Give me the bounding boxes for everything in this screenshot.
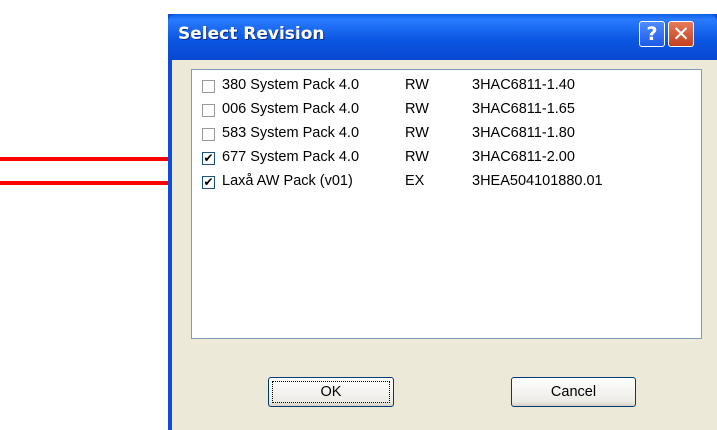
close-icon: ✕	[672, 22, 690, 46]
revision-name: 380 System Pack 4.0	[222, 77, 360, 93]
revision-type: RW	[405, 101, 429, 117]
ok-button[interactable]: OK	[268, 377, 394, 407]
revision-part-number: 3HAC6811-1.40	[472, 77, 575, 93]
checkbox[interactable]	[202, 104, 215, 117]
revision-part-number: 3HEA504101880.01	[472, 173, 603, 189]
window-title: Select Revision	[178, 24, 325, 44]
revision-type: RW	[405, 77, 429, 93]
revision-type: EX	[405, 173, 425, 189]
annotation-arrow-1	[0, 157, 182, 161]
annotation-arrow-2	[0, 181, 182, 185]
checkbox[interactable]	[202, 80, 215, 93]
revision-name: Laxå AW Pack (v01)	[222, 173, 353, 189]
revision-list[interactable]: 380 System Pack 4.0 RW 3HAC6811-1.40 006…	[191, 69, 702, 339]
cancel-button-label: Cancel	[550, 384, 597, 400]
revision-part-number: 3HAC6811-1.80	[472, 125, 575, 141]
revision-part-number: 3HAC6811-2.00	[472, 149, 575, 165]
revision-type: RW	[405, 125, 429, 141]
checkbox[interactable]: ✔	[202, 176, 215, 189]
revision-type: RW	[405, 149, 429, 165]
checkbox[interactable]	[202, 128, 215, 141]
revision-name: 583 System Pack 4.0	[222, 125, 360, 141]
close-button[interactable]: ✕	[668, 21, 694, 47]
focus-rectangle	[272, 381, 390, 403]
checkbox[interactable]: ✔	[202, 152, 215, 165]
help-icon: ?	[646, 23, 658, 45]
revision-name: 006 System Pack 4.0	[222, 101, 360, 117]
select-revision-dialog: Select Revision ? ✕ 380 System Pack 4.0 …	[168, 14, 717, 430]
revision-name: 677 System Pack 4.0	[222, 149, 360, 165]
title-bar[interactable]: Select Revision ? ✕	[168, 14, 717, 60]
cancel-button[interactable]: Cancel	[511, 377, 636, 407]
revision-part-number: 3HAC6811-1.65	[472, 101, 575, 117]
help-button[interactable]: ?	[639, 21, 665, 47]
dialog-body: 380 System Pack 4.0 RW 3HAC6811-1.40 006…	[172, 60, 717, 430]
